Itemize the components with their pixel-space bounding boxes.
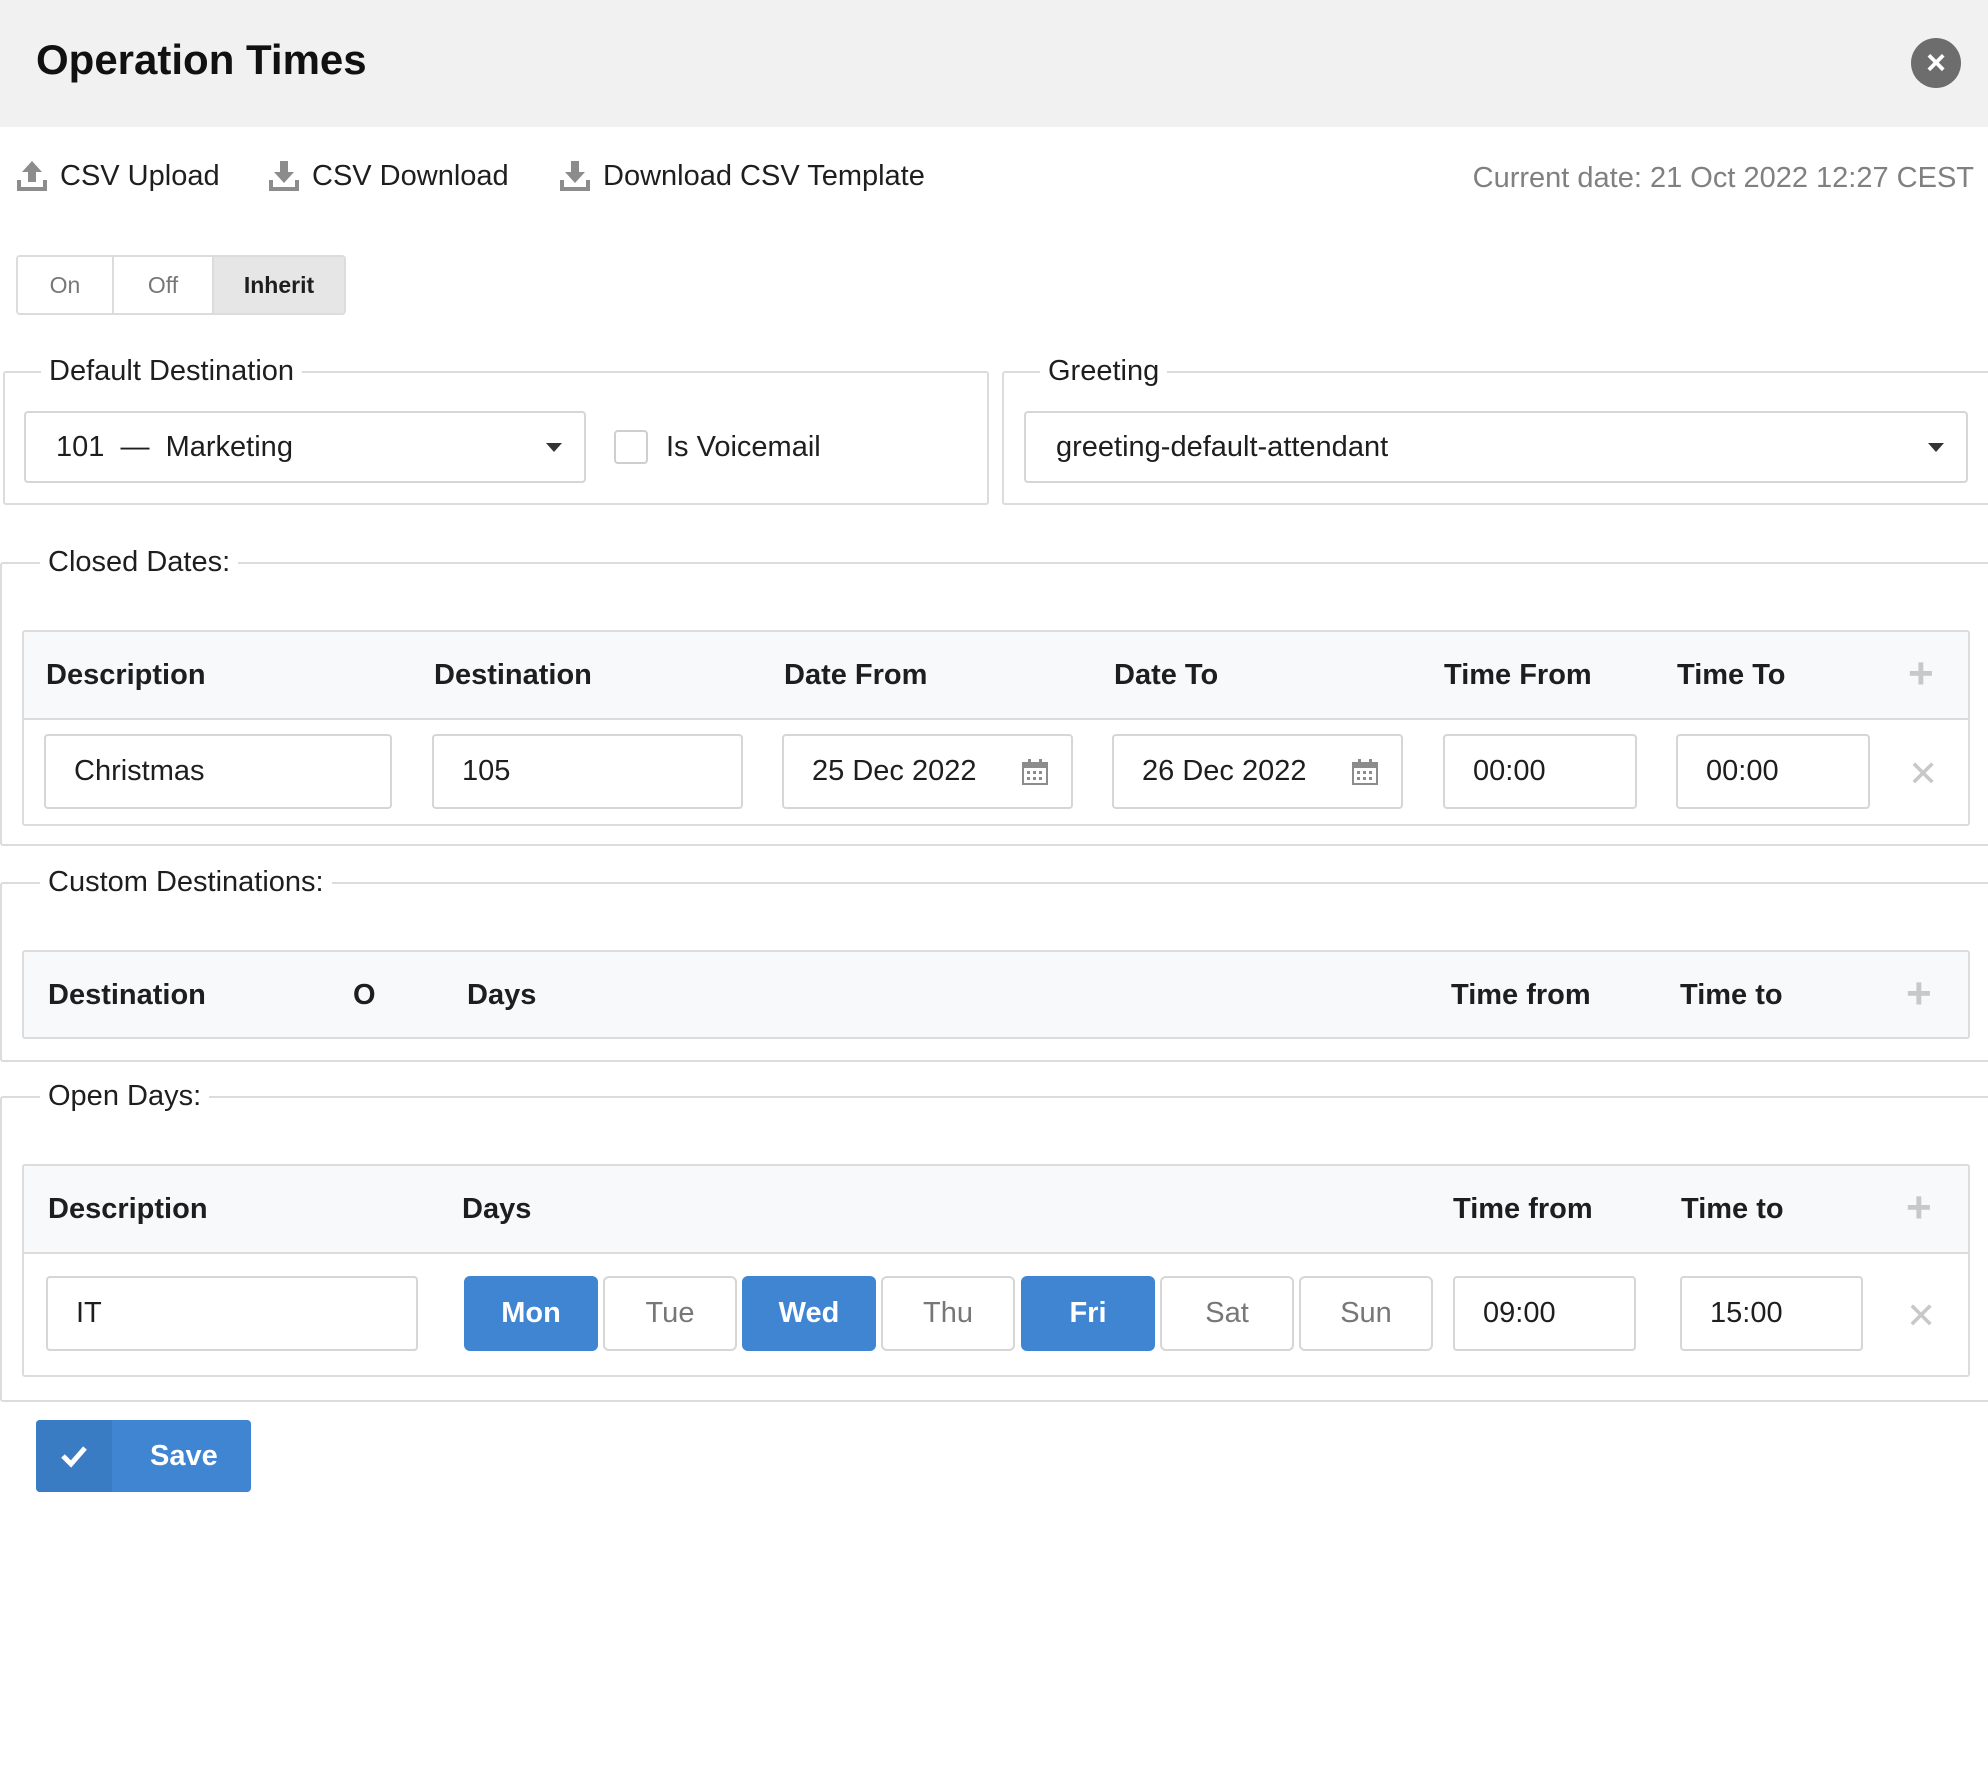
page-title: Operation Times xyxy=(36,36,367,83)
open-days-header: Description Days Time from Time to + xyxy=(24,1166,1968,1254)
csv-download-button[interactable]: CSV Download xyxy=(266,158,509,194)
col-description: Description xyxy=(46,659,206,691)
default-destination-value: 101 — Marketing xyxy=(56,430,293,463)
greeting-select[interactable]: greeting-default-attendant xyxy=(1024,411,1968,483)
open-days-legend: Open Days: xyxy=(48,1080,202,1112)
csv-upload-label: CSV Upload xyxy=(60,159,220,192)
save-button[interactable]: Save xyxy=(36,1420,251,1492)
download-template-label: Download CSV Template xyxy=(603,159,925,192)
closed-destination-input[interactable]: 105 xyxy=(432,734,743,809)
default-destination-select[interactable]: 101 — Marketing xyxy=(24,411,586,483)
open-time-to-input[interactable]: 15:00 xyxy=(1680,1276,1863,1351)
add-closed-date-icon[interactable]: + xyxy=(1908,652,1934,696)
open-description-input[interactable]: IT xyxy=(46,1276,418,1351)
col-days: Days xyxy=(462,1193,532,1225)
current-date: Current date: 21 Oct 2022 12:27 CEST xyxy=(1472,162,1974,194)
col-time-from: Time From xyxy=(1444,659,1592,691)
is-voicemail-label: Is Voicemail xyxy=(666,431,821,463)
mode-off-button[interactable]: Off xyxy=(114,257,214,313)
day-fri-button[interactable]: Fri xyxy=(1021,1276,1155,1351)
col-o: O xyxy=(353,979,376,1011)
day-sat-button[interactable]: Sat xyxy=(1160,1276,1294,1351)
closed-date-from-input[interactable]: 25 Dec 2022 xyxy=(782,734,1073,809)
closed-date-to-input[interactable]: 26 Dec 2022 xyxy=(1112,734,1403,809)
day-sun-button[interactable]: Sun xyxy=(1299,1276,1433,1351)
download-template-button[interactable]: Download CSV Template xyxy=(557,158,925,194)
download-icon xyxy=(560,161,590,191)
col-description: Description xyxy=(48,1193,208,1225)
greeting-value: greeting-default-attendant xyxy=(1056,430,1389,463)
closed-time-from-input[interactable]: 00:00 xyxy=(1443,734,1637,809)
remove-open-day-icon[interactable]: ✕ xyxy=(1906,1298,1936,1334)
chevron-down-icon xyxy=(1928,443,1944,452)
open-time-from-input[interactable]: 09:00 xyxy=(1453,1276,1636,1351)
col-time-to: Time to xyxy=(1680,979,1783,1011)
custom-destinations-legend: Custom Destinations: xyxy=(48,866,324,898)
closed-dates-legend: Closed Dates: xyxy=(48,546,231,578)
day-wed-button[interactable]: Wed xyxy=(742,1276,876,1351)
col-time-from: Time from xyxy=(1453,1193,1593,1225)
day-thu-button[interactable]: Thu xyxy=(881,1276,1015,1351)
closed-time-to-input[interactable]: 00:00 xyxy=(1676,734,1870,809)
day-mon-button[interactable]: Mon xyxy=(464,1276,598,1351)
csv-download-label: CSV Download xyxy=(312,159,509,192)
col-destination: Destination xyxy=(434,659,592,691)
default-destination-legend: Default Destination xyxy=(49,355,295,387)
col-destination: Destination xyxy=(48,979,206,1011)
mode-toggle: On Off Inherit xyxy=(16,255,346,315)
mode-inherit-button[interactable]: Inherit xyxy=(214,257,344,313)
col-time-to: Time to xyxy=(1681,1193,1784,1225)
date-to-value: 26 Dec 2022 xyxy=(1142,755,1307,787)
col-date-to: Date To xyxy=(1114,659,1219,691)
save-label: Save xyxy=(150,1440,218,1472)
remove-closed-date-icon[interactable]: ✕ xyxy=(1908,756,1938,792)
upload-icon xyxy=(17,161,47,191)
col-date-from: Date From xyxy=(784,659,928,691)
calendar-icon[interactable] xyxy=(1351,758,1379,786)
day-tue-button[interactable]: Tue xyxy=(603,1276,737,1351)
col-days: Days xyxy=(467,979,537,1011)
chevron-down-icon xyxy=(546,443,562,452)
csv-upload-button[interactable]: CSV Upload xyxy=(14,158,220,194)
greeting-legend: Greeting xyxy=(1048,355,1160,387)
col-time-to: Time To xyxy=(1677,659,1786,691)
download-icon xyxy=(269,161,299,191)
dialog-header: Operation Times × xyxy=(0,0,1988,127)
toolbar: CSV Upload CSV Download Download CSV Tem… xyxy=(0,150,1988,200)
date-from-value: 25 Dec 2022 xyxy=(812,755,977,787)
mode-on-button[interactable]: On xyxy=(18,257,114,313)
col-time-from: Time from xyxy=(1451,979,1591,1011)
close-icon[interactable]: × xyxy=(1911,38,1961,88)
custom-destinations-table: Destination O Days Time from Time to + xyxy=(22,950,1970,1039)
add-custom-destination-icon[interactable]: + xyxy=(1906,972,1932,1016)
calendar-icon[interactable] xyxy=(1021,758,1049,786)
closed-dates-header: Description Destination Date From Date T… xyxy=(24,632,1968,720)
is-voicemail-checkbox[interactable] xyxy=(614,430,648,464)
closed-description-input[interactable]: Christmas xyxy=(44,734,392,809)
add-open-day-icon[interactable]: + xyxy=(1906,1186,1932,1230)
check-icon xyxy=(36,1420,112,1492)
